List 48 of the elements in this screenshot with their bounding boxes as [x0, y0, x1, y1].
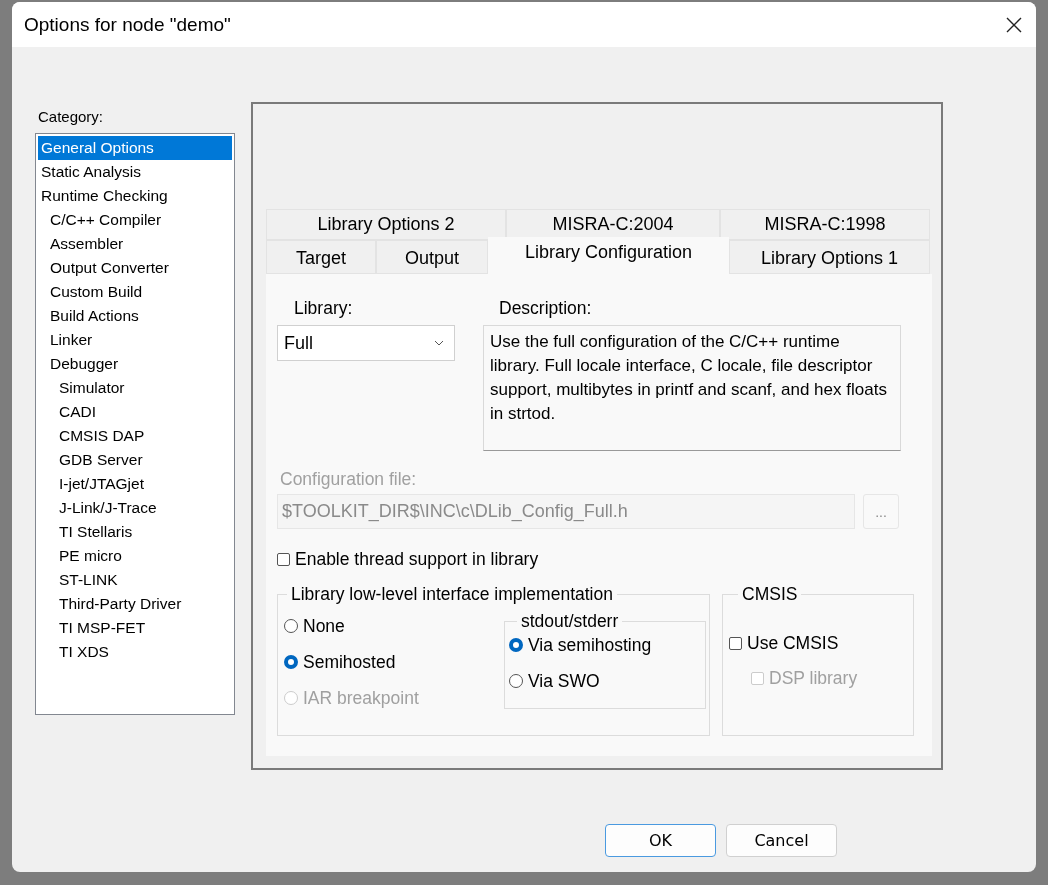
category-item[interactable]: TI Stellaris — [38, 520, 232, 544]
category-item[interactable]: Simulator — [38, 376, 232, 400]
radio-option[interactable]: Semihosted — [284, 649, 419, 675]
tab[interactable]: Output — [376, 240, 488, 274]
category-item[interactable]: Debugger — [38, 352, 232, 376]
radio-option[interactable]: Via semihosting — [509, 632, 705, 658]
group-title: stdout/stderr — [520, 611, 620, 632]
category-item[interactable]: Output Converter — [38, 256, 232, 280]
category-item[interactable]: GDB Server — [38, 448, 232, 472]
library-label: Library: — [294, 298, 354, 319]
configuration-file-label: Configuration file: — [280, 469, 418, 490]
category-item[interactable]: Linker — [38, 328, 232, 352]
category-item[interactable]: Third-Party Driver — [38, 592, 232, 616]
dialog-button[interactable]: OK — [605, 824, 716, 857]
category-item[interactable]: C/C++ Compiler — [38, 208, 232, 232]
category-item[interactable]: ST-LINK — [38, 568, 232, 592]
category-label: Category: — [38, 108, 105, 125]
library-dropdown[interactable]: Full — [277, 325, 455, 361]
radio-option[interactable]: None — [284, 613, 419, 639]
category-item[interactable]: I-jet/JTAGjet — [38, 472, 232, 496]
tab[interactable]: Library Options 1 — [729, 240, 930, 274]
tab[interactable]: Target — [266, 240, 376, 274]
thread-support-checkbox[interactable]: Enable thread support in library — [277, 549, 932, 570]
category-item[interactable]: J-Link/J-Trace — [38, 496, 232, 520]
chevron-down-icon — [434, 340, 444, 346]
category-item[interactable]: Build Actions — [38, 304, 232, 328]
description-label: Description: — [499, 298, 593, 319]
category-item[interactable]: CMSIS DAP — [38, 424, 232, 448]
category-item[interactable]: TI XDS — [38, 640, 232, 664]
category-item[interactable]: Runtime Checking — [38, 184, 232, 208]
category-item[interactable]: PE micro — [38, 544, 232, 568]
group-title: CMSIS — [741, 584, 799, 605]
checkbox-option[interactable]: Use CMSIS — [729, 633, 913, 654]
close-icon[interactable] — [1006, 16, 1022, 33]
group-title: Library low-level interface implementation — [290, 584, 614, 605]
category-item[interactable]: TI MSP-FET — [38, 616, 232, 640]
category-item[interactable]: CADI — [38, 400, 232, 424]
category-item[interactable]: Assembler — [38, 232, 232, 256]
tab[interactable]: Library Configuration — [488, 237, 729, 274]
tab[interactable]: Library Options 2 — [266, 209, 506, 240]
window-title: Options for node "demo" — [24, 13, 231, 36]
radio-option[interactable]: Via SWO — [509, 668, 705, 694]
category-item[interactable]: General Options — [38, 136, 232, 160]
category-item[interactable]: Custom Build — [38, 280, 232, 304]
description-text: Use the full configuration of the C/C++ runtime library. Full locale interface, C locale, file descriptor support, multibytes in printf and scanf, and hex floats in strtod. — [483, 325, 901, 451]
category-item[interactable]: Static Analysis — [38, 160, 232, 184]
dialog-button[interactable]: Cancel — [726, 824, 837, 857]
tab[interactable]: MISRA-C:1998 — [720, 209, 930, 240]
